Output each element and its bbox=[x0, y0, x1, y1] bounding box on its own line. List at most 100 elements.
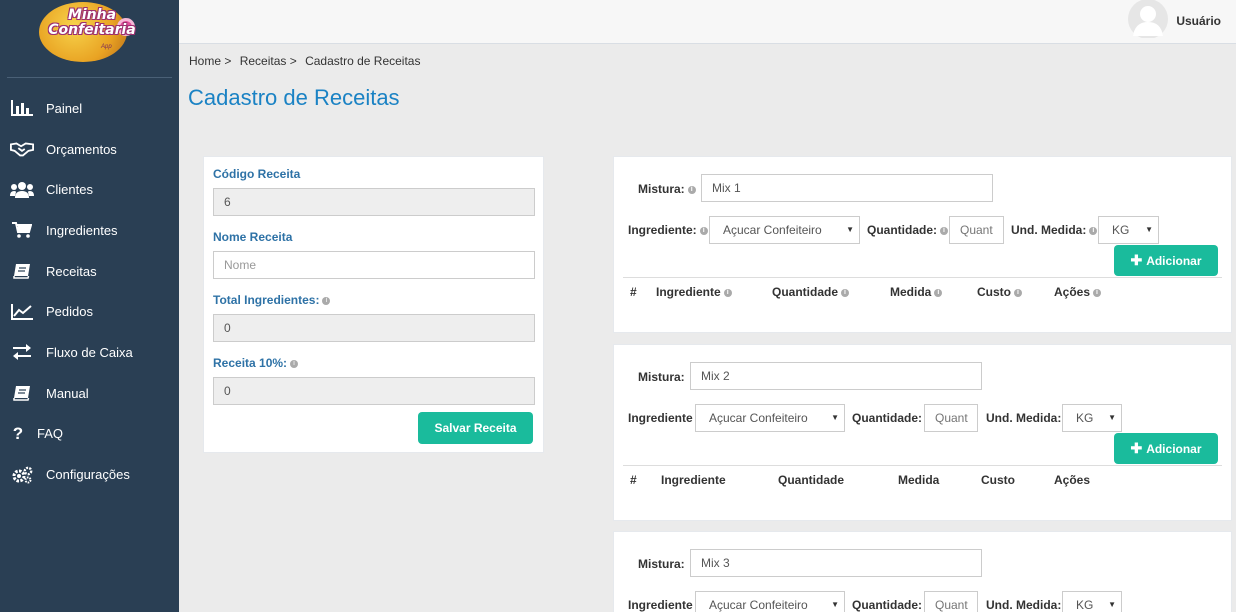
recipe-form-card: Código Receita 6 Nome Receita Total Ingr… bbox=[203, 156, 544, 453]
table-header-acoes[interactable]: Ações bbox=[1054, 473, 1090, 487]
mix-card-1: Mistura: i Mix 1 Ingrediente: i Açucar Con… bbox=[613, 156, 1232, 333]
quantidade-label: Quantidade: bbox=[852, 598, 923, 612]
table-header-custo[interactable]: Custo bbox=[981, 473, 1015, 487]
logo-text: Minha Confeitaria bbox=[47, 8, 137, 38]
table-header-quantidade[interactable]: Quantidade i bbox=[772, 285, 850, 299]
table-header-medida[interactable]: Medida bbox=[898, 473, 939, 487]
mistura-input[interactable]: Mix 2 bbox=[690, 362, 982, 390]
avatar[interactable] bbox=[1127, 0, 1169, 38]
book-icon bbox=[10, 383, 34, 403]
logo-text-line-2: Confeitaria bbox=[48, 22, 136, 38]
mistura-input[interactable]: Mix 1 bbox=[701, 174, 993, 202]
adicionar-button[interactable]: ✚ Adicionar bbox=[1114, 245, 1218, 276]
table-header-custo-text: Custo bbox=[977, 285, 1011, 299]
cart-icon bbox=[10, 220, 34, 240]
quantidade-input[interactable] bbox=[949, 216, 1004, 244]
sidebar-item-label: Configurações bbox=[46, 467, 130, 483]
nome-receita-input[interactable] bbox=[213, 251, 535, 279]
chevron-down-icon: ▼ bbox=[831, 413, 839, 422]
chevron-down-icon: ▼ bbox=[846, 225, 854, 234]
sidebar-item-label: Clientes bbox=[46, 182, 93, 198]
table-header-quantidade[interactable]: Quantidade bbox=[778, 473, 844, 487]
quantidade-input[interactable] bbox=[924, 404, 978, 432]
adicionar-button[interactable]: ✚ Adicionar bbox=[1114, 433, 1218, 464]
sidebar-item-manual[interactable]: Manual bbox=[0, 373, 179, 414]
total-ingredientes-field[interactable]: 0 bbox=[213, 314, 535, 342]
gears-icon bbox=[10, 465, 34, 485]
und-medida-select[interactable]: KG ▼ bbox=[1098, 216, 1159, 244]
table-divider bbox=[623, 277, 1222, 278]
sidebar-item-receitas[interactable]: Receitas bbox=[0, 251, 179, 292]
receita-10-field[interactable]: 0 bbox=[213, 377, 535, 405]
sidebar-item-label: Orçamentos bbox=[46, 141, 117, 157]
codigo-receita-label-text: Código Receita bbox=[213, 167, 301, 181]
sidebar-item-faq[interactable]: ? FAQ bbox=[0, 414, 179, 455]
sidebar-item-clientes[interactable]: Clientes bbox=[0, 169, 179, 210]
sidebar-item-fluxo-de-caixa[interactable]: Fluxo de Caixa bbox=[0, 332, 179, 373]
info-icon[interactable]: i bbox=[290, 359, 299, 368]
mix-card-3: Mistura: Mix 3 Ingrediente Açucar Confei… bbox=[613, 531, 1232, 612]
quantidade-label: Quantidade: i bbox=[867, 223, 949, 237]
info-icon[interactable]: i bbox=[687, 185, 696, 194]
ingrediente-select-value: Açucar Confeiteiro bbox=[723, 223, 822, 237]
book-icon bbox=[10, 261, 34, 281]
mistura-input[interactable]: Mix 3 bbox=[690, 549, 982, 577]
ingrediente-select[interactable]: Açucar Confeiteiro ▼ bbox=[695, 591, 845, 612]
table-header-custo[interactable]: Custo i bbox=[977, 285, 1022, 299]
ingrediente-select[interactable]: Açucar Confeiteiro ▼ bbox=[709, 216, 860, 244]
und-medida-select[interactable]: KG ▼ bbox=[1062, 404, 1122, 432]
table-divider bbox=[623, 465, 1222, 466]
exchange-icon bbox=[10, 342, 34, 362]
table-header-ingrediente[interactable]: Ingrediente bbox=[661, 473, 726, 487]
breadcrumb: Home > Receitas > Cadastro de Receitas bbox=[189, 54, 425, 68]
codigo-receita-label: Código Receita bbox=[213, 167, 534, 181]
table-header-medida[interactable]: Medida i bbox=[890, 285, 943, 299]
sidebar-item-orcamentos[interactable]: Orçamentos bbox=[0, 129, 179, 170]
ingrediente-select[interactable]: Açucar Confeiteiro ▼ bbox=[695, 404, 845, 432]
ingrediente-label-text: Ingrediente: bbox=[628, 223, 697, 237]
sidebar-item-painel[interactable]: Painel bbox=[0, 88, 179, 129]
und-medida-label: Und. Medida: bbox=[986, 411, 1062, 425]
info-icon[interactable]: i bbox=[322, 296, 331, 305]
ingrediente-label: Ingrediente bbox=[628, 411, 693, 425]
info-icon[interactable]: i bbox=[723, 288, 732, 297]
info-icon[interactable]: i bbox=[1093, 288, 1102, 297]
sidebar-nav: Painel Orçamentos Clientes Ingredientes … bbox=[0, 88, 179, 495]
chevron-down-icon: ▼ bbox=[1108, 413, 1116, 422]
sidebar-item-ingredientes[interactable]: Ingredientes bbox=[0, 210, 179, 251]
info-icon[interactable]: i bbox=[1089, 226, 1098, 235]
und-medida-select[interactable]: KG ▼ bbox=[1062, 591, 1122, 612]
sidebar-item-label: Painel bbox=[46, 100, 83, 116]
und-medida-select-value: KG bbox=[1076, 411, 1094, 425]
ingrediente-select-value: Açucar Confeiteiro bbox=[709, 411, 808, 425]
breadcrumb-home[interactable]: Home > bbox=[189, 54, 231, 68]
total-ingredientes-label: Total Ingredientes: i bbox=[213, 293, 534, 307]
sidebar-item-configuracoes[interactable]: Configurações bbox=[0, 454, 179, 495]
table-header-quantidade-text: Quantidade bbox=[772, 285, 839, 299]
table-header-medida-text: Medida bbox=[890, 285, 932, 299]
info-icon[interactable]: i bbox=[940, 226, 949, 235]
info-icon[interactable]: i bbox=[699, 226, 708, 235]
mix-card-2: Mistura: Mix 2 Ingrediente Açucar Confei… bbox=[613, 344, 1232, 521]
info-icon[interactable]: i bbox=[934, 288, 943, 297]
quantidade-label-text: Quantidade: bbox=[867, 223, 938, 237]
sidebar: Minha Confeitaria App Painel Orçamentos … bbox=[0, 0, 179, 612]
adicionar-button-label: Adicionar bbox=[1146, 253, 1202, 268]
user-name[interactable]: Usuário bbox=[1176, 14, 1221, 28]
sidebar-item-label: Pedidos bbox=[46, 304, 93, 320]
app-logo[interactable]: Minha Confeitaria App bbox=[7, 0, 172, 78]
plus-icon: ✚ bbox=[1130, 440, 1143, 456]
chevron-down-icon: ▼ bbox=[831, 600, 839, 609]
table-header-ingrediente[interactable]: Ingrediente i bbox=[656, 285, 732, 299]
codigo-receita-field[interactable]: 6 bbox=[213, 188, 535, 216]
table-header-ingrediente-text: Ingrediente bbox=[656, 285, 721, 299]
info-icon[interactable]: i bbox=[1014, 288, 1022, 297]
table-header-acoes[interactable]: Ações i bbox=[1054, 285, 1102, 299]
salvar-receita-button[interactable]: Salvar Receita bbox=[418, 412, 533, 444]
breadcrumb-receitas[interactable]: Receitas > bbox=[240, 54, 297, 68]
bar-chart-icon bbox=[10, 98, 34, 118]
info-icon[interactable]: i bbox=[841, 288, 850, 297]
sidebar-item-pedidos[interactable]: Pedidos bbox=[0, 291, 179, 332]
quantidade-input[interactable] bbox=[924, 591, 978, 612]
top-navbar: Usuário bbox=[179, 0, 1236, 44]
